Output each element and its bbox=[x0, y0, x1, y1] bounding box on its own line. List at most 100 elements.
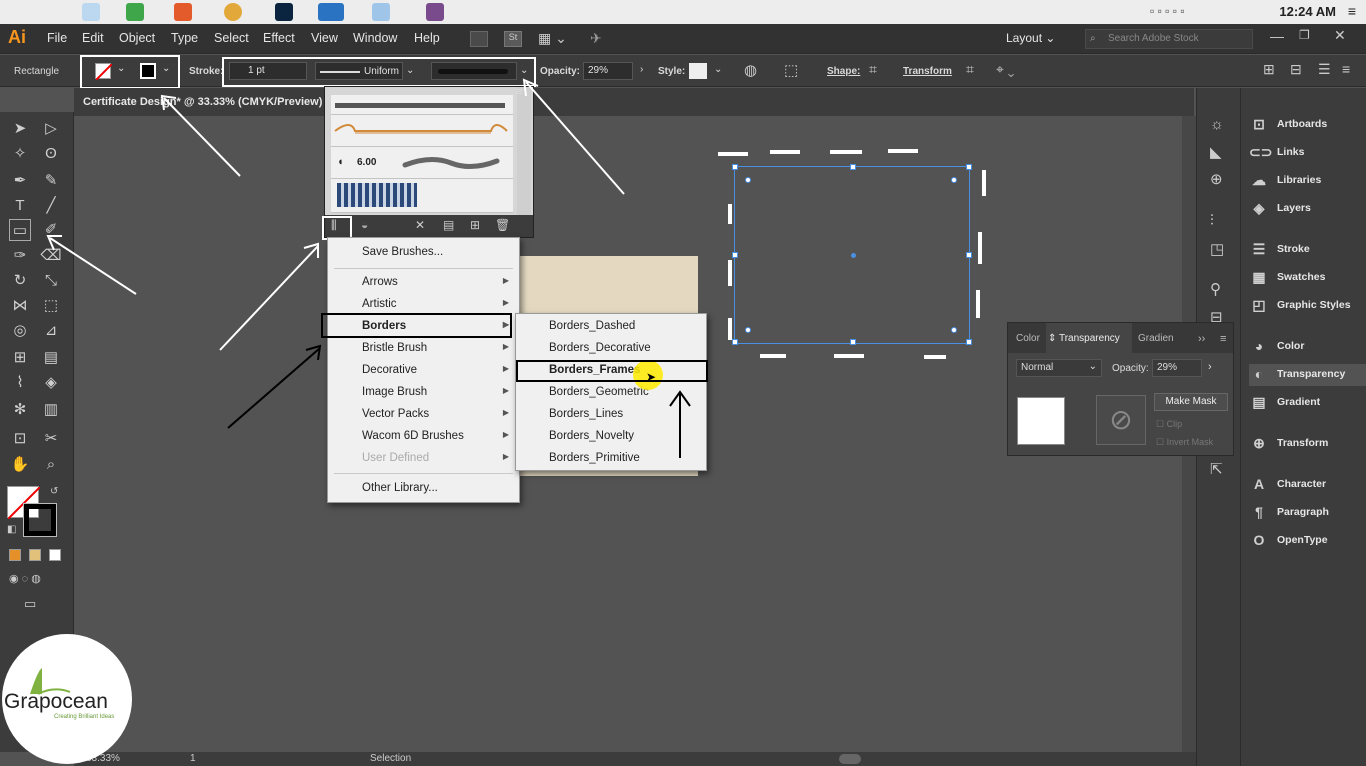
brush-panel-menu-icon[interactable]: ≡ bbox=[516, 86, 522, 98]
opacity-field[interactable]: 29% bbox=[583, 62, 633, 80]
gradient-mode-icon[interactable] bbox=[29, 549, 41, 561]
shape-link[interactable]: Shape: bbox=[827, 66, 860, 77]
free-transform-tool-icon[interactable]: ⬚ bbox=[40, 295, 62, 317]
selection-handle[interactable] bbox=[966, 339, 972, 345]
menu-item-image-brush[interactable]: Image Brush ▶ bbox=[328, 382, 519, 404]
dock-links[interactable]: ⊂⊃ Links bbox=[1249, 142, 1366, 164]
color-mode-icon[interactable] bbox=[9, 549, 21, 561]
menu-type[interactable]: Type bbox=[171, 31, 198, 45]
distribute-icon[interactable]: ⊟ bbox=[1290, 61, 1302, 78]
submenu-item-borders-geometric[interactable]: Borders_Geometric bbox=[516, 382, 706, 404]
hand-tool-icon[interactable]: ✋ bbox=[9, 454, 31, 476]
dock-swatches[interactable]: ▦ Swatches bbox=[1249, 267, 1366, 289]
dock-transform[interactable]: ⊕ Transform bbox=[1249, 433, 1366, 455]
brush-library-icon[interactable]: ◣ bbox=[1210, 143, 1222, 161]
dock-artboards[interactable]: ⊡ Artboards bbox=[1249, 114, 1366, 136]
selection-handle[interactable] bbox=[732, 164, 738, 170]
dock-graphic-styles[interactable]: ◰ Graphic Styles bbox=[1249, 295, 1366, 317]
dock-gradient[interactable]: ▤ Gradient bbox=[1249, 392, 1366, 414]
brush-scrollbar[interactable] bbox=[517, 87, 531, 215]
none-mode-icon[interactable] bbox=[49, 549, 61, 561]
arrange-documents-icon[interactable]: ▦ ⌄ bbox=[538, 30, 567, 47]
tab-gradient[interactable]: Gradien bbox=[1138, 333, 1174, 344]
menu-file[interactable]: File bbox=[47, 31, 67, 45]
selection-handle[interactable] bbox=[732, 339, 738, 345]
isolate-icon[interactable]: ⌖ ⌄ bbox=[996, 61, 1014, 78]
transparency-opacity-field[interactable]: 29% bbox=[1152, 359, 1202, 377]
menu-item-decorative[interactable]: Decorative ▶ bbox=[328, 360, 519, 382]
align-panel-icon[interactable]: ⫶ bbox=[1210, 212, 1214, 229]
transform-icon[interactable]: ⌗ bbox=[966, 61, 974, 78]
pen-tool-icon[interactable]: ✒ bbox=[9, 170, 31, 192]
artboard-tool-icon[interactable]: ⊡ bbox=[9, 428, 31, 450]
gradient-tool-icon[interactable]: ▤ bbox=[40, 347, 62, 369]
menu-effect[interactable]: Effect bbox=[263, 31, 295, 45]
align-icon[interactable]: ⬚ bbox=[784, 61, 798, 79]
delete-brush-icon[interactable]: 🗑 bbox=[495, 218, 510, 232]
corner-widget[interactable] bbox=[951, 177, 957, 183]
menu-item-wacom-6d-brushes[interactable]: Wacom 6D Brushes ▶ bbox=[328, 426, 519, 448]
shaper-tool-icon[interactable]: ✑ bbox=[9, 245, 31, 267]
graphic-style-swatch[interactable] bbox=[689, 63, 707, 79]
zoom-tool-icon[interactable]: ⌕ bbox=[40, 454, 62, 476]
puppet-icon[interactable]: ⚲ bbox=[1210, 280, 1221, 298]
new-brush-icon[interactable]: ⊞ bbox=[470, 218, 480, 232]
eyedropper-tool-icon[interactable]: ⌇ bbox=[9, 372, 31, 394]
perspective-grid-tool-icon[interactable]: ⊿ bbox=[40, 320, 62, 342]
default-colors-icon[interactable]: ◧ bbox=[7, 524, 16, 535]
graph-tool-icon[interactable]: ▥ bbox=[40, 399, 62, 421]
panel-menu-icon[interactable]: ≡ bbox=[1220, 333, 1226, 345]
dock-stroke[interactable]: ☰ Stroke bbox=[1249, 239, 1366, 261]
brush-swatch[interactable]: ◖ 6.00 bbox=[331, 147, 513, 179]
transform-link[interactable]: Transform bbox=[903, 66, 952, 77]
opacity-arrow-icon[interactable]: › bbox=[640, 64, 643, 75]
selected-rectangle[interactable] bbox=[732, 164, 972, 345]
stock-icon[interactable]: St bbox=[504, 31, 522, 47]
corner-widget[interactable] bbox=[745, 327, 751, 333]
photoshop-icon[interactable] bbox=[275, 3, 293, 21]
make-mask-button[interactable]: Make Mask bbox=[1154, 393, 1228, 411]
screen-mode-icon[interactable]: ▭ bbox=[24, 596, 36, 612]
dock-finder-icon[interactable] bbox=[82, 3, 100, 21]
menu-item-other-library[interactable]: Other Library... bbox=[328, 478, 519, 500]
appearance-icon[interactable]: ☼ bbox=[1210, 116, 1224, 133]
submenu-item-borders-decorative[interactable]: Borders_Decorative bbox=[516, 338, 706, 360]
control-bar-menu-icon[interactable]: ≡ bbox=[1342, 61, 1350, 77]
opacity-arrow-icon[interactable]: › bbox=[1208, 361, 1212, 373]
arrange-icon[interactable]: ⊞ bbox=[1263, 61, 1275, 78]
magic-wand-tool-icon[interactable]: ✧ bbox=[9, 143, 31, 165]
export-icon[interactable]: ⇱ bbox=[1210, 460, 1223, 478]
dock-app-icon[interactable] bbox=[126, 3, 144, 21]
slice-tool-icon[interactable]: ✂ bbox=[40, 428, 62, 450]
width-tool-icon[interactable]: ⋈ bbox=[9, 295, 31, 317]
current-tool-status[interactable]: Selection bbox=[370, 753, 411, 764]
selection-handle[interactable] bbox=[850, 339, 856, 345]
tab-color[interactable]: Color bbox=[1016, 333, 1040, 344]
tab-transparency[interactable]: ⇕ Transparency bbox=[1048, 333, 1120, 344]
dock-character[interactable]: A Character bbox=[1249, 474, 1366, 496]
line-tool-icon[interactable]: ╱ bbox=[40, 195, 62, 217]
submenu-item-borders-lines[interactable]: Borders_Lines bbox=[516, 404, 706, 426]
selection-handle[interactable] bbox=[850, 164, 856, 170]
dock-transparency[interactable]: ◐ Transparency bbox=[1249, 364, 1366, 386]
blend-mode-select[interactable]: Normal ⌄ bbox=[1016, 359, 1102, 377]
curvature-tool-icon[interactable]: ✎ bbox=[40, 170, 62, 192]
options-of-selected-object-icon[interactable]: ▤ bbox=[443, 218, 454, 232]
dock-app-icon[interactable] bbox=[372, 3, 390, 21]
blend-tool-icon[interactable]: ◈ bbox=[40, 372, 62, 394]
corner-widget[interactable] bbox=[951, 327, 957, 333]
dock-layers[interactable]: ◈ Layers bbox=[1249, 198, 1366, 220]
brush-swatch[interactable] bbox=[331, 95, 513, 115]
illustrator-icon[interactable] bbox=[318, 3, 344, 21]
menu-item-arrows[interactable]: Arrows ▶ bbox=[328, 272, 519, 294]
direct-selection-tool-icon[interactable]: ▷ bbox=[40, 118, 62, 140]
type-tool-icon[interactable]: T bbox=[9, 195, 31, 217]
remove-brush-stroke-icon[interactable]: ✕ bbox=[415, 218, 425, 232]
scale-tool-icon[interactable]: ⤡ bbox=[40, 270, 62, 292]
dock-app-icon[interactable] bbox=[426, 3, 444, 21]
symbol-sprayer-tool-icon[interactable]: ✻ bbox=[9, 399, 31, 421]
menu-list-icon[interactable]: ≡ bbox=[1348, 3, 1356, 19]
menu-window[interactable]: Window bbox=[353, 31, 397, 45]
no-mask-icon[interactable]: ⊘ bbox=[1096, 395, 1146, 445]
draw-mode-icon[interactable]: ◉ ◌ ◍ bbox=[9, 572, 41, 585]
